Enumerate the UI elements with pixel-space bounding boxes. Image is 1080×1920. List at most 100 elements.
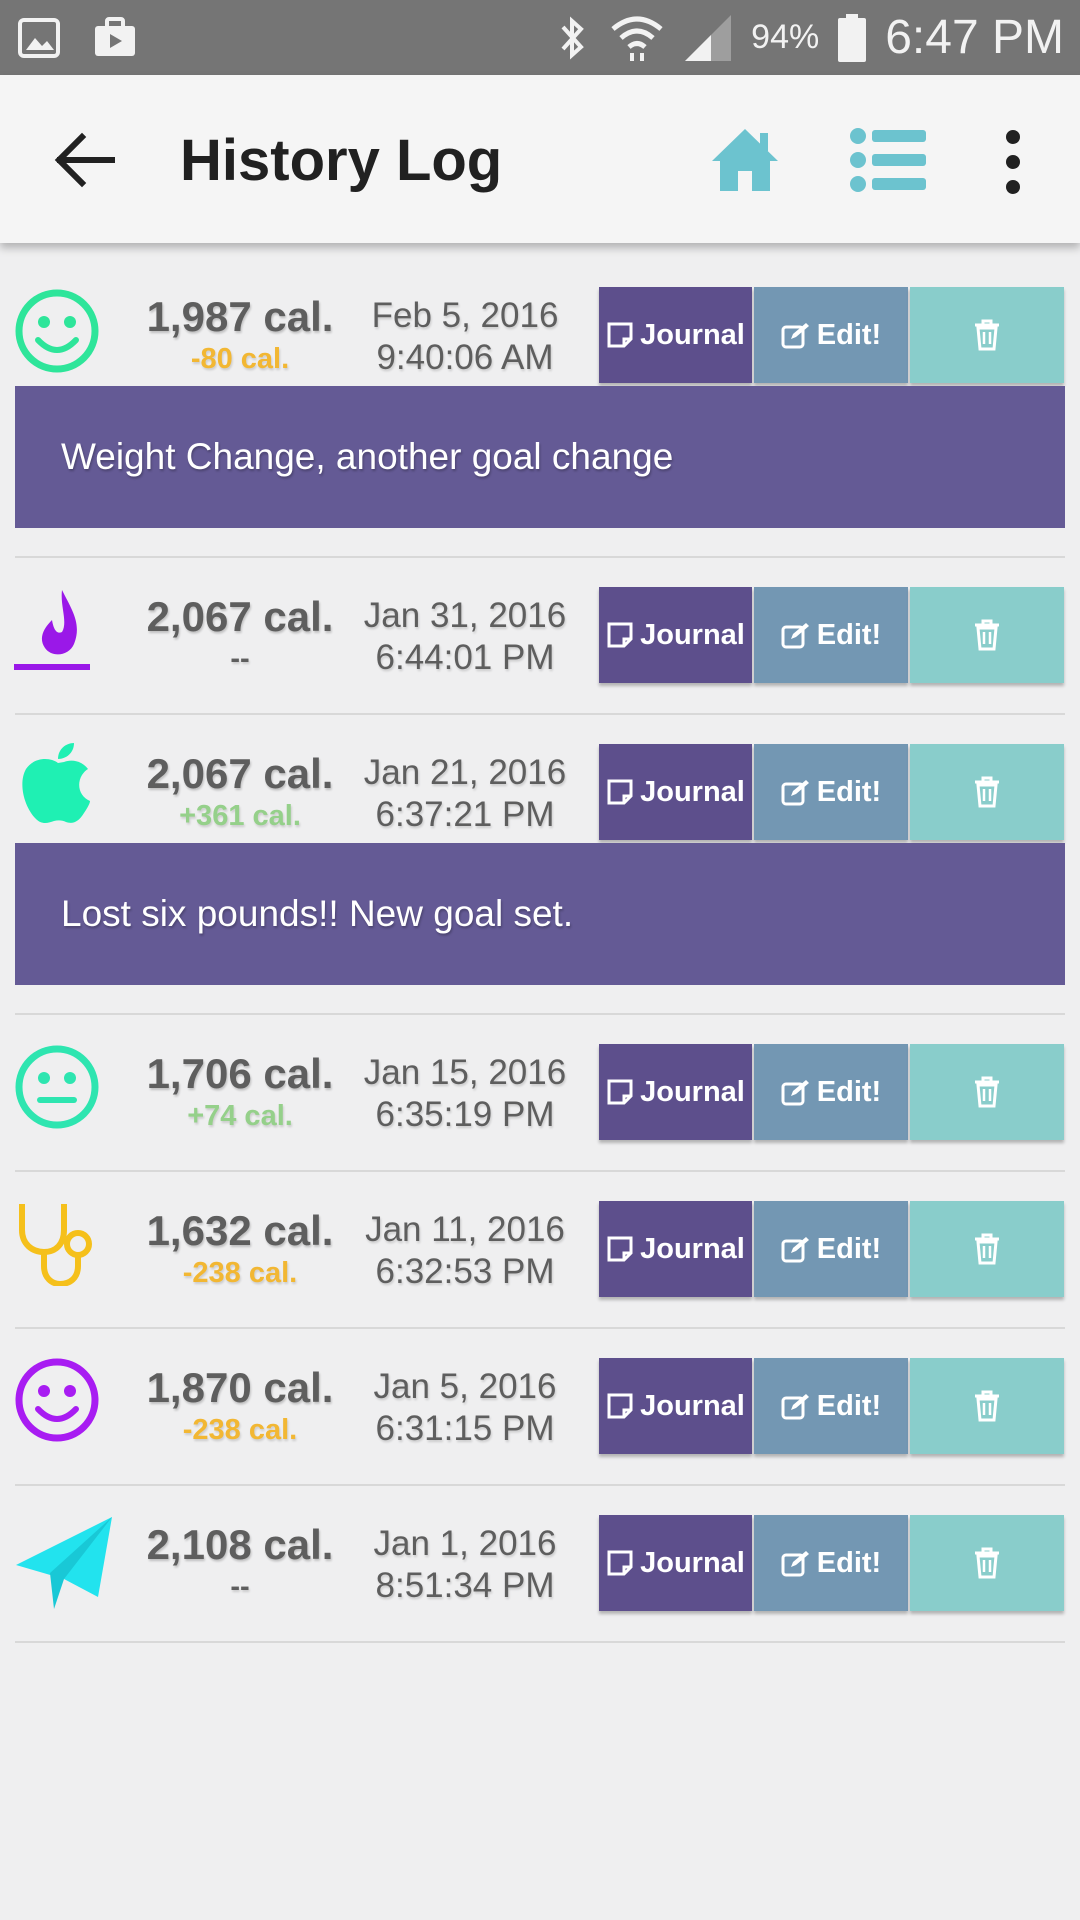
calorie-total: 1,632 cal.: [146, 1207, 334, 1254]
calorie-change: --: [230, 643, 250, 675]
edit-button-label: Edit!: [816, 1389, 882, 1422]
journal-button[interactable]: Journal: [599, 1515, 752, 1611]
divider: [15, 556, 1065, 558]
journal-note[interactable]: Weight Change, another goal change: [15, 386, 1065, 528]
calorie-change: --: [230, 1571, 250, 1603]
calorie-change: +361 cal.: [179, 800, 301, 832]
back-arrow-icon[interactable]: [50, 125, 120, 195]
calorie-total: 2,067 cal.: [146, 750, 334, 797]
calorie-total: 1,870 cal.: [146, 1364, 334, 1411]
calorie-change: -80 cal.: [190, 343, 290, 375]
entry-date: Jan 5, 2016: [373, 1367, 557, 1406]
edit-icon: [781, 1551, 809, 1577]
calorie-change: -238 cal.: [182, 1257, 298, 1289]
divider: [15, 1641, 1065, 1643]
journal-button[interactable]: Journal: [599, 287, 752, 383]
trash-icon: [975, 1547, 999, 1579]
calorie-total: 1,987 cal.: [146, 293, 334, 340]
trash-icon: [975, 1390, 999, 1422]
journal-button-label: Journal: [640, 775, 745, 808]
edit-icon: [781, 1080, 809, 1106]
edit-button[interactable]: Edit!: [754, 744, 908, 840]
edit-button-label: Edit!: [816, 1075, 882, 1108]
briefcase-play-icon: [95, 17, 135, 56]
edit-button[interactable]: Edit!: [754, 1044, 908, 1140]
journal-button[interactable]: Journal: [599, 744, 752, 840]
journal-button[interactable]: Journal: [599, 1201, 752, 1297]
cell-signal-icon: [685, 14, 732, 61]
entry-time: 6:32:53 PM: [375, 1252, 555, 1291]
trash-icon: [975, 619, 999, 651]
note-icon: [607, 622, 633, 648]
edit-button[interactable]: Edit!: [754, 287, 908, 383]
app-bar: History Log: [0, 75, 1080, 243]
edit-icon: [781, 623, 809, 649]
bluetooth-icon: [561, 16, 585, 59]
stethoscope-icon: [19, 1204, 92, 1286]
journal-button-label: Journal: [640, 1546, 745, 1579]
entry-time: 8:51:34 PM: [375, 1566, 555, 1605]
edit-button-label: Edit!: [816, 1546, 882, 1579]
page-title: History Log: [180, 128, 503, 193]
edit-icon: [781, 323, 809, 349]
calorie-total: 2,108 cal.: [146, 1521, 334, 1568]
delete-button[interactable]: [910, 587, 1064, 683]
delete-button[interactable]: [910, 1358, 1064, 1454]
entry-time: 6:37:21 PM: [375, 795, 555, 834]
apple-icon: [22, 743, 90, 823]
delete-button[interactable]: [910, 1044, 1064, 1140]
calorie-total: 2,067 cal.: [146, 593, 334, 640]
more-options-icon[interactable]: [1000, 127, 1026, 197]
edit-button[interactable]: Edit!: [754, 1358, 908, 1454]
divider: [15, 1170, 1065, 1172]
entry-date: Jan 15, 2016: [363, 1053, 567, 1092]
journal-button-label: Journal: [640, 1075, 745, 1108]
gallery-notification-icon: [18, 18, 60, 58]
note-icon: [607, 322, 633, 348]
wifi-icon: [611, 16, 663, 61]
journal-button-label: Journal: [640, 318, 745, 351]
entry-date: Jan 21, 2016: [363, 753, 567, 792]
purple-flame-icon: [14, 590, 90, 670]
edit-button[interactable]: Edit!: [754, 1515, 908, 1611]
edit-button-label: Edit!: [816, 618, 882, 651]
calorie-change: +74 cal.: [187, 1100, 293, 1132]
clock: 6:47 PM: [885, 11, 1064, 64]
entry-date: Jan 31, 2016: [363, 596, 567, 635]
divider: [15, 1013, 1065, 1015]
list-icon[interactable]: [850, 127, 926, 193]
smiley-purple-icon: [15, 1358, 99, 1442]
edit-button[interactable]: Edit!: [754, 587, 908, 683]
delete-button[interactable]: [910, 744, 1064, 840]
delete-button[interactable]: [910, 287, 1064, 383]
journal-button[interactable]: Journal: [599, 587, 752, 683]
divider: [15, 713, 1065, 715]
battery-icon: [838, 13, 867, 62]
edit-button-label: Edit!: [816, 775, 882, 808]
trash-icon: [975, 1076, 999, 1108]
home-icon[interactable]: [710, 125, 780, 195]
entry-time: 6:35:19 PM: [375, 1095, 555, 1134]
journal-note[interactable]: Lost six pounds!! New goal set.: [15, 843, 1065, 985]
edit-icon: [781, 1237, 809, 1263]
journal-button[interactable]: Journal: [599, 1044, 752, 1140]
note-icon: [607, 779, 633, 805]
journal-button-label: Journal: [640, 618, 745, 651]
note-icon: [607, 1393, 633, 1419]
smiley-outline-green-icon: [15, 289, 99, 373]
edit-button-label: Edit!: [816, 1232, 882, 1265]
edit-icon: [781, 1394, 809, 1420]
note-icon: [607, 1079, 633, 1105]
entry-time: 6:44:01 PM: [375, 638, 555, 677]
journal-button[interactable]: Journal: [599, 1358, 752, 1454]
entry-date: Jan 1, 2016: [373, 1524, 557, 1563]
entry-date: Jan 11, 2016: [365, 1210, 565, 1249]
edit-button[interactable]: Edit!: [754, 1201, 908, 1297]
calorie-change: -238 cal.: [182, 1414, 298, 1446]
delete-button[interactable]: [910, 1515, 1064, 1611]
entry-date: Feb 5, 2016: [371, 296, 559, 335]
edit-button-label: Edit!: [816, 318, 882, 351]
entry-time: 9:40:06 AM: [376, 338, 554, 377]
delete-button[interactable]: [910, 1201, 1064, 1297]
calorie-total: 1,706 cal.: [146, 1050, 334, 1097]
